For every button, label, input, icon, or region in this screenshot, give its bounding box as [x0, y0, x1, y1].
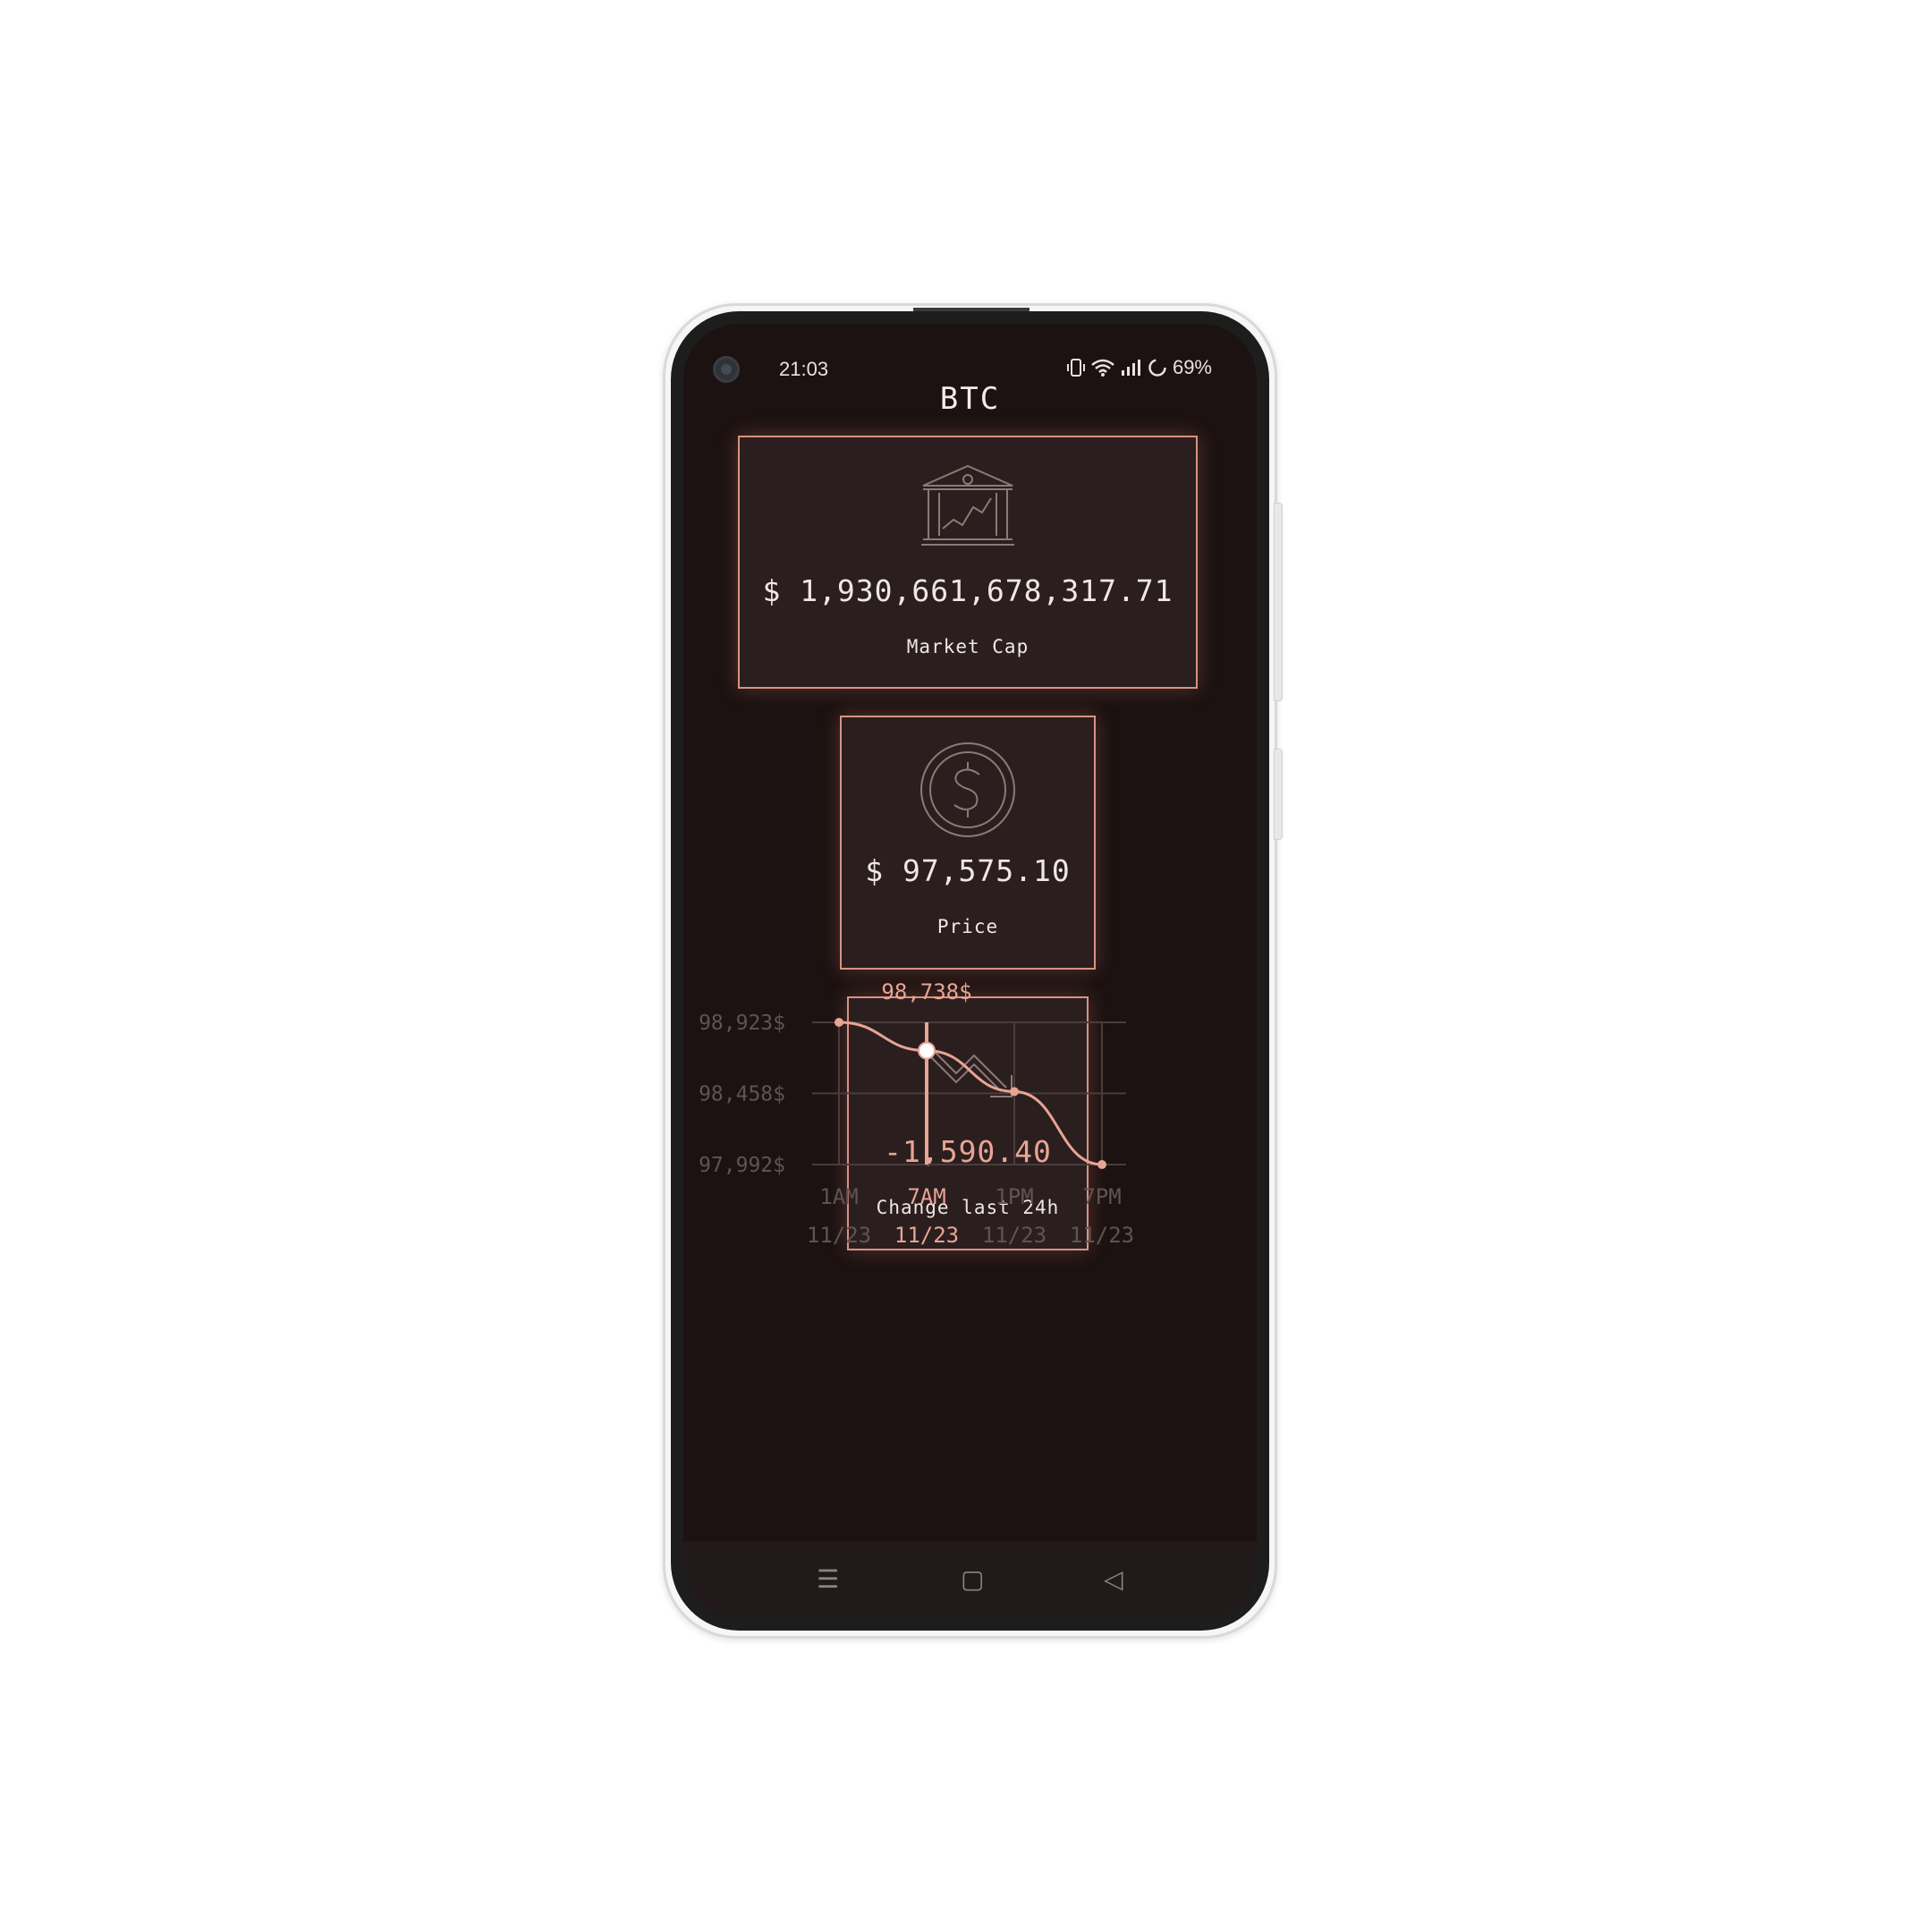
x-tick-time-label: 7AM: [907, 1184, 945, 1209]
x-tick-date-label: 11/23: [982, 1223, 1046, 1248]
menu-icon[interactable]: ☰: [817, 1564, 839, 1594]
selected-data-point: [918, 1041, 936, 1060]
system-navbar: ☰ ▢ ◁: [683, 1541, 1257, 1618]
price-chart[interactable]: 98,923$ 98,458$ 97,992$ 1AM 11/23 7AM 11/23 1PM…: [683, 324, 1257, 1618]
data-point: [1097, 1160, 1106, 1169]
x-tick-date-label: 11/23: [807, 1223, 871, 1248]
data-point: [835, 1018, 843, 1027]
y-tick-label: 97,992$: [699, 1154, 785, 1177]
bezel: 21:03 69% BTC $ 1,930,661,678,317.71 Mar…: [671, 311, 1269, 1631]
home-icon[interactable]: ▢: [961, 1564, 984, 1594]
y-tick-label: 98,458$: [699, 1082, 785, 1106]
x-tick-time-label: 7PM: [1082, 1184, 1121, 1209]
x-tick-time-label: 1AM: [819, 1184, 858, 1209]
selected-value-label: 98,738$: [881, 979, 971, 1004]
power-button: [1274, 749, 1283, 840]
x-tick-date-label: 11/23: [1070, 1223, 1134, 1248]
x-tick-date-label: 11/23: [894, 1223, 959, 1248]
phone-frame: 21:03 69% BTC $ 1,930,661,678,317.71 Mar…: [663, 303, 1283, 1639]
volume-button: [1274, 503, 1283, 701]
data-point: [1010, 1087, 1019, 1097]
y-tick-label: 98,923$: [699, 1012, 785, 1035]
back-icon[interactable]: ◁: [1104, 1564, 1123, 1594]
x-tick-time-label: 1PM: [995, 1184, 1033, 1209]
screen: 21:03 69% BTC $ 1,930,661,678,317.71 Mar…: [683, 324, 1257, 1618]
